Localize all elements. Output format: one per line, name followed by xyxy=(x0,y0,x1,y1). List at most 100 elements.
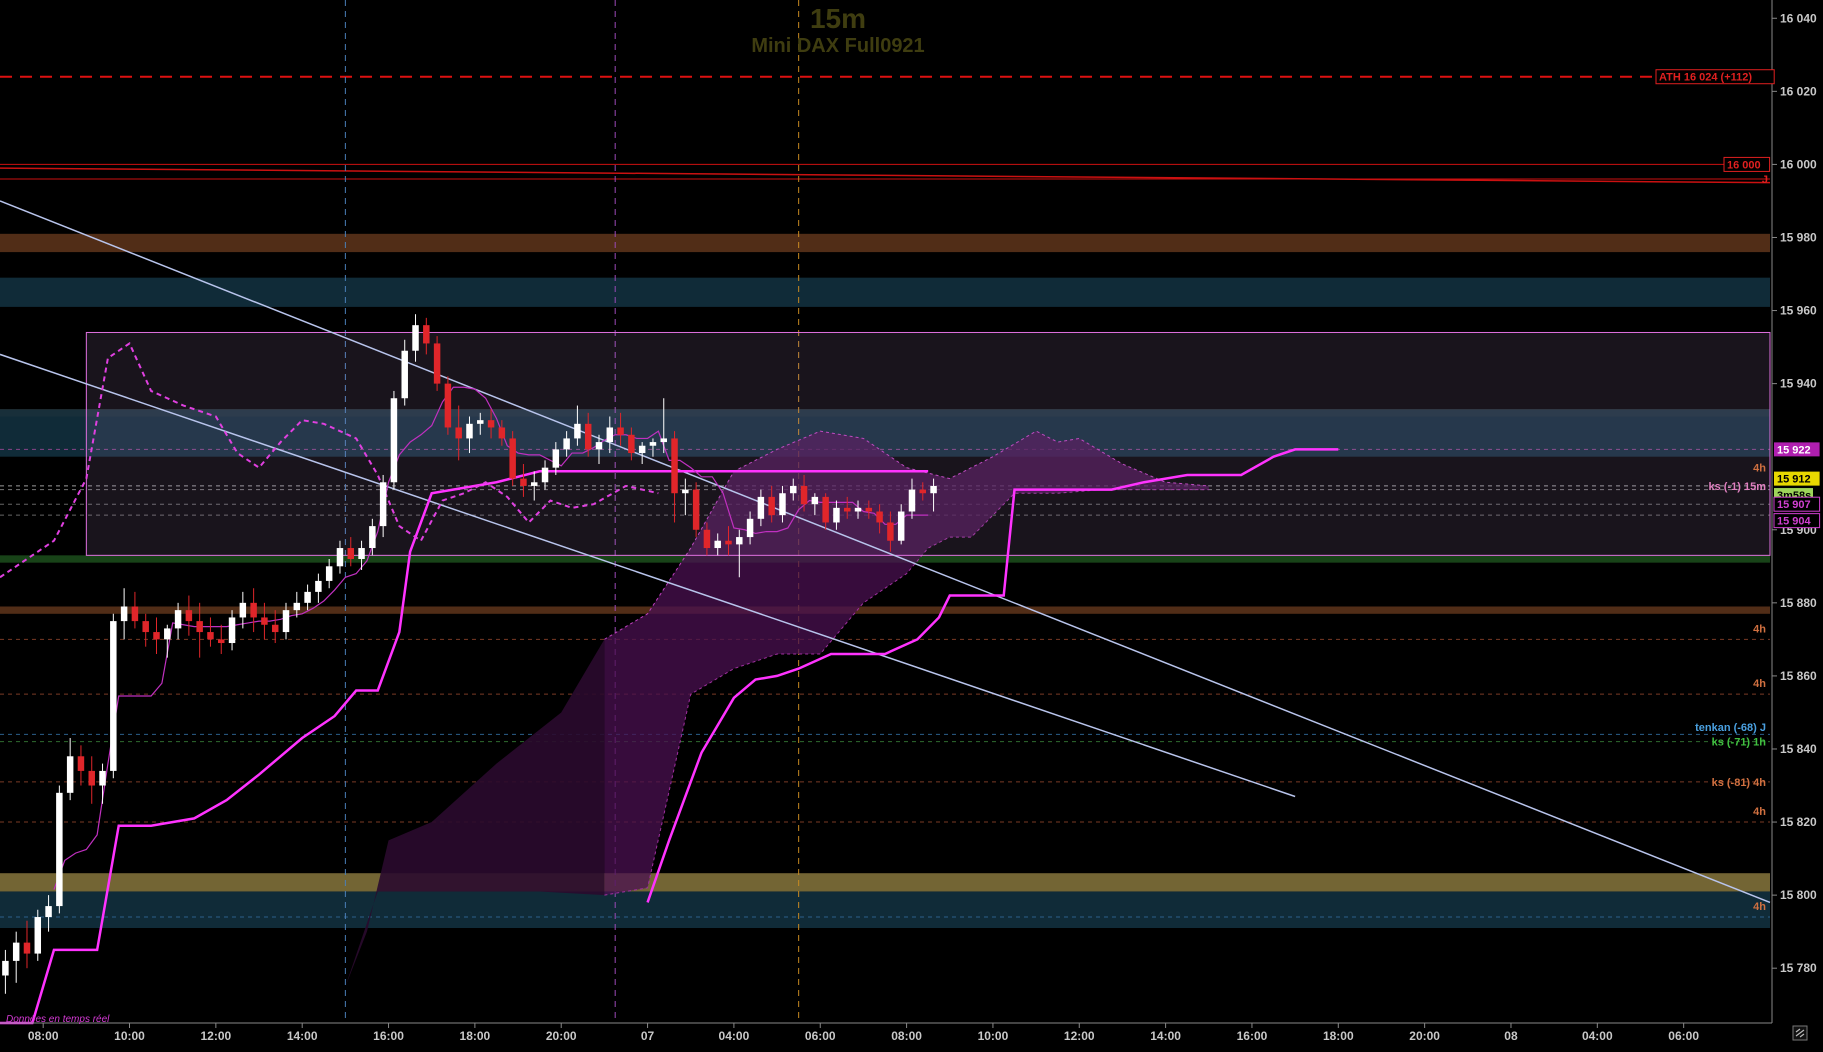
candle-7[interactable] xyxy=(77,745,85,786)
cloud-top-label: 15 922 xyxy=(1777,444,1811,456)
level-line-j-slope xyxy=(0,167,1771,184)
price-tick-label: 16 000 xyxy=(1780,157,1817,171)
candle-13[interactable] xyxy=(142,613,149,647)
candle-body xyxy=(477,420,484,424)
candle-41[interactable] xyxy=(444,376,452,435)
candle-body xyxy=(466,423,473,439)
candle-body xyxy=(897,511,905,541)
candle-body xyxy=(790,485,797,494)
candle-0[interactable] xyxy=(2,949,9,994)
chart-window[interactable]: 16 040 16 020 16 000 15 980 15 960 15 940 15 9… xyxy=(0,0,1823,1047)
candle-6[interactable] xyxy=(66,738,74,801)
time-tick-label: 20:00 xyxy=(546,1029,577,1043)
time-tick-label: 18:00 xyxy=(1323,1029,1354,1043)
candle-body xyxy=(444,383,452,428)
candle-29[interactable] xyxy=(315,573,322,603)
time-tick-label: 16:00 xyxy=(1237,1029,1268,1043)
candle-body xyxy=(207,632,214,640)
candle-1[interactable] xyxy=(12,931,20,983)
cloud-fill-early xyxy=(0,639,605,1023)
candle-body xyxy=(498,427,506,439)
candle-11[interactable] xyxy=(120,588,128,640)
candle-body xyxy=(617,427,624,435)
candle-body xyxy=(336,548,344,567)
candle-body xyxy=(174,610,182,629)
candle-body xyxy=(725,540,732,545)
candle-5[interactable] xyxy=(56,785,63,914)
candle-body xyxy=(703,529,711,549)
candle-19[interactable] xyxy=(207,617,214,647)
candle-body xyxy=(196,621,203,633)
candle-28[interactable] xyxy=(304,584,311,611)
h4-label-c: 4h xyxy=(1753,678,1766,690)
candle-body xyxy=(455,427,462,439)
candle-23[interactable] xyxy=(250,588,257,633)
time-tick-label: 10:00 xyxy=(114,1029,145,1043)
candle-10[interactable] xyxy=(110,613,117,779)
candle-body xyxy=(584,423,592,450)
candle-body xyxy=(315,580,322,592)
candle-body xyxy=(131,606,139,622)
candle-body xyxy=(66,756,74,793)
price-chart[interactable]: 16 040 16 020 16 000 15 980 15 960 15 940 15 9… xyxy=(0,0,1823,1047)
candle-body xyxy=(218,639,225,644)
candle-14[interactable] xyxy=(153,617,160,654)
candle-12[interactable] xyxy=(131,591,139,629)
time-tick-label: 07 xyxy=(641,1029,655,1043)
range-box-rect[interactable] xyxy=(85,331,1771,556)
candle-body xyxy=(390,398,398,483)
candle-body xyxy=(2,960,9,976)
candle-body xyxy=(649,442,657,446)
candle-47[interactable] xyxy=(509,431,516,486)
candle-21[interactable] xyxy=(228,610,236,651)
time-tick-label: 12:00 xyxy=(201,1029,232,1043)
settings-icon[interactable] xyxy=(1792,1025,1808,1041)
price-tick-label: 16 020 xyxy=(1780,84,1817,98)
time-tick-label: 08:00 xyxy=(891,1029,922,1043)
candle-body xyxy=(271,624,279,633)
realtime-note: Données en temps réel xyxy=(6,1014,110,1025)
candle-body xyxy=(153,632,160,640)
candle-20[interactable] xyxy=(218,624,225,654)
candle-body xyxy=(552,449,560,468)
zone-blue-1 xyxy=(0,277,1770,307)
candle-body xyxy=(250,602,257,618)
price-tick-label: 15 860 xyxy=(1780,669,1817,683)
price-tick-label: 15 800 xyxy=(1780,888,1817,902)
candle-body xyxy=(736,537,743,545)
cloud-mid-label: 15 907 xyxy=(1777,499,1811,511)
time-tick-label: 10:00 xyxy=(978,1029,1009,1043)
ks-1h-label: ks (-71) 1h xyxy=(1712,737,1767,749)
candle-40[interactable] xyxy=(433,336,441,391)
candle-body xyxy=(520,478,527,486)
candle-64[interactable] xyxy=(692,482,700,538)
candle-body xyxy=(164,628,171,640)
candle-30[interactable] xyxy=(325,558,333,589)
j-marker-label: J xyxy=(1762,174,1768,186)
candle-body xyxy=(671,438,678,494)
time-tick-label: 08:00 xyxy=(28,1029,59,1043)
candle-3[interactable] xyxy=(34,909,42,961)
time-tick-label: 16:00 xyxy=(373,1029,404,1043)
price-tick-label: 15 940 xyxy=(1780,377,1817,391)
candle-body xyxy=(88,770,95,786)
candle-17[interactable] xyxy=(185,595,193,636)
candle-36[interactable] xyxy=(390,390,398,490)
tenkan-j-label: tenkan (-68) J xyxy=(1695,722,1766,734)
candle-body xyxy=(120,606,128,622)
price-tick-label: 15 960 xyxy=(1780,304,1817,318)
time-tick-label: 14:00 xyxy=(287,1029,318,1043)
candle-body xyxy=(45,906,52,918)
candle-body xyxy=(779,493,786,516)
candle-8[interactable] xyxy=(88,756,95,804)
time-tick-label: 14:00 xyxy=(1150,1029,1181,1043)
candle-body xyxy=(606,427,614,443)
candle-9[interactable] xyxy=(99,763,106,804)
candle-body xyxy=(369,526,376,549)
candle-25[interactable] xyxy=(271,610,279,644)
current-price-label: 15 912 xyxy=(1777,474,1811,486)
range-box[interactable] xyxy=(85,331,1771,556)
candle-body xyxy=(930,485,937,494)
candle-body xyxy=(379,482,387,527)
candle-body xyxy=(714,540,721,549)
